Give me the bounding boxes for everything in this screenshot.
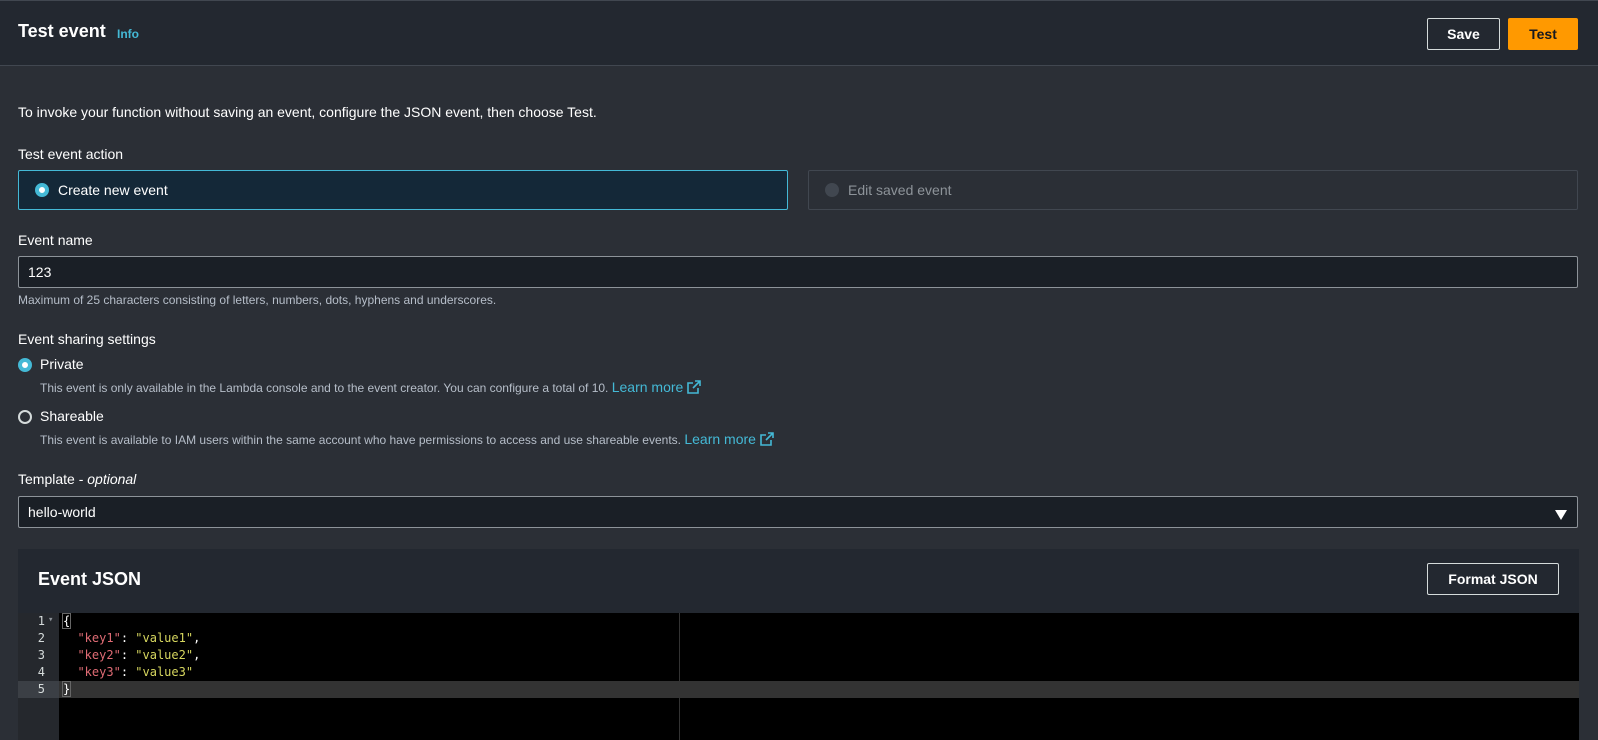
event-name-input[interactable]: 123 bbox=[18, 256, 1578, 288]
close-brace: } bbox=[61, 681, 72, 697]
editor-active-line bbox=[59, 681, 1579, 698]
event-json-panel: Event JSON Format JSON 1 ▾ 2 3 4 5 { "ke… bbox=[18, 549, 1579, 740]
format-json-button[interactable]: Format JSON bbox=[1427, 563, 1559, 595]
json-key: "key3" bbox=[77, 665, 121, 679]
json-key: "key2" bbox=[77, 648, 121, 662]
external-link-icon[interactable] bbox=[760, 432, 774, 449]
page-header: Test event Info Save Test bbox=[0, 0, 1598, 66]
private-description: This event is only available in the Lamb… bbox=[40, 379, 702, 397]
create-new-event-option[interactable]: Create new event bbox=[18, 170, 788, 210]
open-brace: { bbox=[61, 613, 72, 629]
external-link-icon[interactable] bbox=[687, 380, 702, 397]
line-number: 4 bbox=[37, 665, 45, 679]
test-button[interactable]: Test bbox=[1508, 18, 1578, 50]
code-line: "key1": "value1", bbox=[63, 630, 200, 647]
json-separator: : bbox=[120, 631, 136, 645]
line-number: 2 bbox=[37, 631, 45, 645]
private-learn-more-link[interactable]: Learn more bbox=[612, 379, 684, 395]
radio-disabled-icon bbox=[825, 183, 839, 197]
radio-selected-icon[interactable] bbox=[35, 183, 49, 197]
caret-down-icon[interactable] bbox=[1555, 507, 1567, 525]
json-comma: , bbox=[193, 648, 201, 662]
info-link[interactable]: Info bbox=[117, 27, 139, 41]
event-sharing-label: Event sharing settings bbox=[18, 331, 156, 347]
shareable-description-text: This event is available to IAM users wit… bbox=[40, 433, 681, 447]
json-separator: : bbox=[120, 665, 136, 679]
shareable-label: Shareable bbox=[40, 408, 104, 424]
page-title: Test event bbox=[18, 21, 106, 41]
json-editor[interactable]: 1 ▾ 2 3 4 5 { "key1": "value1", "key2": … bbox=[18, 613, 1579, 740]
shareable-radio[interactable] bbox=[18, 410, 32, 424]
private-radio[interactable] bbox=[18, 358, 32, 372]
json-value: "value1" bbox=[135, 631, 194, 645]
edit-saved-event-label: Edit saved event bbox=[848, 182, 952, 198]
test-event-action-label: Test event action bbox=[18, 146, 124, 162]
json-value: "value3" bbox=[135, 665, 194, 679]
template-optional-text: optional bbox=[87, 471, 137, 487]
create-new-event-label: Create new event bbox=[58, 182, 168, 198]
json-key: "key1" bbox=[77, 631, 121, 645]
intro-text: To invoke your function without saving a… bbox=[18, 104, 597, 120]
edit-saved-event-option: Edit saved event bbox=[808, 170, 1578, 210]
event-json-title: Event JSON bbox=[38, 569, 142, 589]
event-name-hint: Maximum of 25 characters consisting of l… bbox=[18, 293, 497, 307]
template-select-value: hello-world bbox=[28, 504, 96, 520]
template-select[interactable]: hello-world bbox=[18, 496, 1578, 528]
print-margin bbox=[679, 613, 680, 740]
template-label-text: Template - bbox=[18, 471, 88, 487]
line-number: 3 bbox=[37, 648, 45, 662]
code-line: } bbox=[61, 681, 72, 698]
private-label: Private bbox=[40, 356, 84, 372]
line-number: 5 bbox=[37, 682, 45, 696]
shareable-learn-more-link[interactable]: Learn more bbox=[684, 431, 756, 447]
code-line: "key3": "value3" bbox=[63, 664, 193, 681]
template-label: Template - optional bbox=[18, 471, 136, 487]
json-value: "value2" bbox=[135, 648, 194, 662]
json-comma: , bbox=[193, 631, 201, 645]
save-button[interactable]: Save bbox=[1427, 18, 1500, 50]
event-name-label: Event name bbox=[18, 232, 93, 248]
code-line: "key2": "value2", bbox=[63, 647, 200, 664]
shareable-description: This event is available to IAM users wit… bbox=[40, 431, 774, 449]
private-description-text: This event is only available in the Lamb… bbox=[40, 381, 609, 395]
fold-arrow-icon[interactable]: ▾ bbox=[48, 615, 53, 625]
json-separator: : bbox=[120, 648, 136, 662]
code-line: { bbox=[61, 613, 72, 630]
